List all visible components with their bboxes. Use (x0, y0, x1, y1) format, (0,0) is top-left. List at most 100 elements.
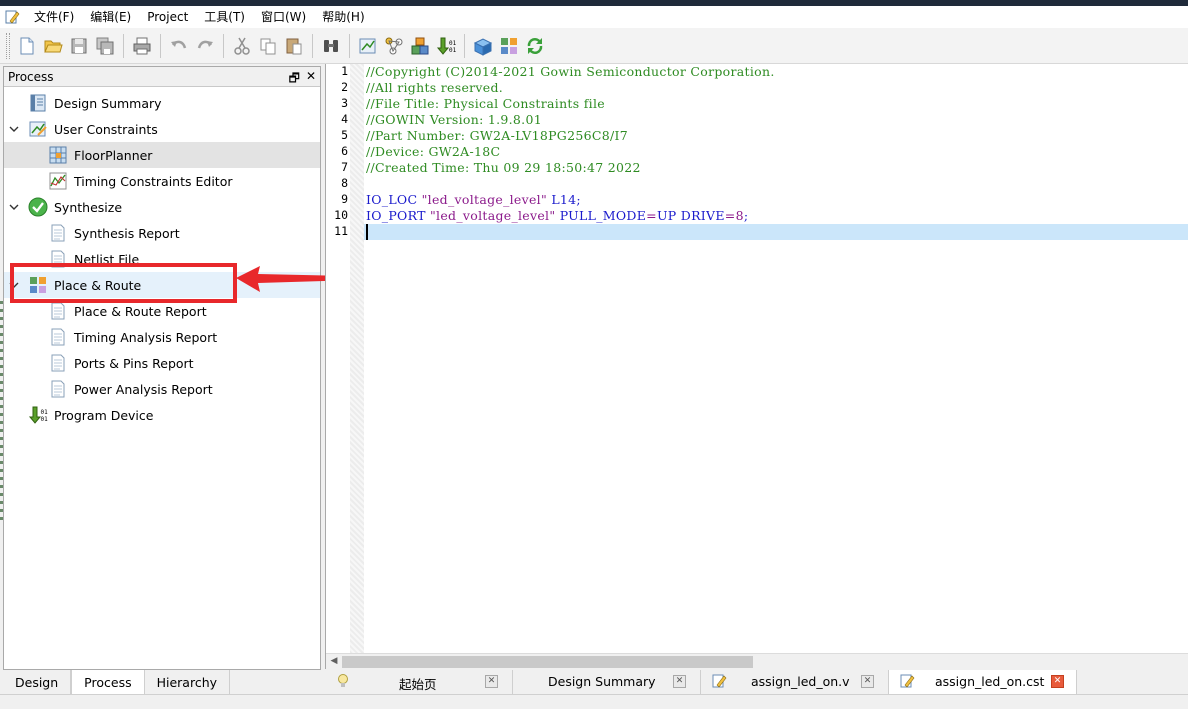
netlist-button[interactable] (382, 33, 406, 59)
menu-project[interactable]: Project (139, 6, 196, 28)
tab-process[interactable]: Process (71, 670, 145, 694)
code-line[interactable]: //File Title: Physical Constraints file (366, 96, 605, 111)
close-tab-icon[interactable]: ✕ (861, 675, 874, 688)
cut-button[interactable] (230, 33, 254, 59)
code-line[interactable]: //Part Number: GW2A-LV18PG256C8/I7 (366, 128, 628, 143)
code-line[interactable]: //All rights reserved. (366, 80, 503, 95)
tree-item-label: Design Summary (54, 95, 162, 111)
close-tab-icon[interactable]: ✕ (1051, 675, 1064, 688)
tree-item-timing-analysis-report[interactable]: Timing Analysis Report (4, 324, 320, 350)
save-button[interactable] (67, 33, 91, 59)
new-file-button[interactable] (15, 33, 39, 59)
tab-assign-led-on-cst[interactable]: assign_led_on.cst ✕ (889, 670, 1077, 694)
new-file-icon (20, 37, 34, 54)
menu-window[interactable]: 窗口(W) (253, 6, 314, 28)
tree-item-label: Timing Analysis Report (74, 329, 218, 345)
run-all-button[interactable] (471, 33, 495, 59)
code-line[interactable]: //Device: GW2A-18C (366, 144, 500, 159)
tree-item-place-route-report[interactable]: Place & Route Report (4, 298, 320, 324)
toolbar-separator (160, 33, 161, 58)
tab-assign-led-on-v[interactable]: assign_led_on.v ✕ (701, 670, 889, 694)
menu-file[interactable]: 文件(F) (26, 6, 82, 28)
code-line[interactable]: IO_PORT "led_voltage_level" PULL_MODE=UP… (366, 208, 748, 223)
tree-item-floorplanner[interactable]: FloorPlanner (4, 142, 320, 168)
tree-item-synthesize[interactable]: Synthesize (4, 194, 320, 220)
redo-icon (197, 40, 213, 48)
tab-hierarchy[interactable]: Hierarchy (145, 670, 231, 694)
toolbar-separator (123, 33, 124, 58)
place-route-icon (501, 37, 517, 54)
floorplanner-icon (48, 145, 68, 165)
tree-item-user-constraints[interactable]: User Constraints (4, 116, 320, 142)
copy-button[interactable] (256, 33, 280, 59)
process-panel: Process 🗗 ✕ Design Summary User Constrain… (3, 66, 321, 670)
svg-text:01: 01 (41, 416, 49, 423)
summary-icon (28, 93, 48, 113)
tree-item-netlist-file[interactable]: Netlist File (4, 246, 320, 272)
tab-label: assign_led_on.cst (935, 674, 1045, 689)
refresh-button[interactable] (523, 33, 547, 59)
tree-item-design-summary[interactable]: Design Summary (4, 90, 320, 116)
chevron-down-icon[interactable] (9, 280, 19, 290)
tab-label: assign_led_on.v (751, 674, 850, 689)
tree-item-power-analysis-report[interactable]: Power Analysis Report (4, 376, 320, 402)
place-route-icon (28, 275, 48, 295)
document-tabs: 起始页 ✕ Design Summary ✕ assign_led_on.v ✕… (325, 670, 1188, 694)
open-button[interactable] (41, 33, 65, 59)
tab-design[interactable]: Design (3, 670, 72, 694)
print-button[interactable] (130, 33, 154, 59)
line-number: 4 (341, 112, 348, 126)
place-route-button[interactable] (497, 33, 521, 59)
copy-icon (260, 38, 276, 54)
save-all-button[interactable] (93, 33, 117, 59)
code-line[interactable]: //Created Time: Thu 09 29 18:50:47 2022 (366, 160, 641, 175)
scrollbar-thumb[interactable] (342, 656, 753, 668)
panel-title: Process (8, 69, 54, 84)
synthesize-button[interactable] (408, 33, 432, 59)
close-panel-icon[interactable]: ✕ (306, 69, 316, 90)
tree-item-program-device[interactable]: 01 01 Program Device (4, 402, 320, 428)
tab-start-page[interactable]: 起始页 ✕ (325, 670, 513, 694)
tree-item-label: Place & Route Report (74, 303, 207, 319)
panel-tabs: Design Process Hierarchy (3, 670, 321, 694)
line-number: 6 (341, 144, 348, 158)
code-editor[interactable]: 1 2 3 4 5 6 7 8 9 10 11 //Copyright (C)2014-2021 G… (325, 64, 1188, 669)
close-tab-icon[interactable]: ✕ (485, 675, 498, 688)
code-line[interactable]: //Copyright (C)2014-2021 Gowin Semicondu… (366, 64, 775, 79)
tree-item-place-route[interactable]: Place & Route (4, 272, 320, 298)
code-token: L14; (547, 192, 581, 207)
find-button[interactable] (319, 33, 343, 59)
paste-icon (286, 38, 302, 54)
code-line[interactable]: IO_LOC "led_voltage_level" L14; (366, 192, 581, 207)
code-token: 8 (735, 208, 744, 223)
tree-item-ports-pins-report[interactable]: Ports & Pins Report (4, 350, 320, 376)
program-button[interactable]: 01 01 (434, 33, 458, 59)
edit-file-icon (900, 674, 915, 688)
tree-item-label: Program Device (54, 407, 154, 423)
tab-design-summary[interactable]: Design Summary ✕ (513, 670, 701, 694)
redo-button[interactable] (193, 33, 217, 59)
horizontal-scrollbar[interactable]: ◀ (326, 653, 1188, 669)
tree-item-timing-constraints-editor[interactable]: Timing Constraints Editor (4, 168, 320, 194)
constraints-button[interactable] (356, 33, 380, 59)
menu-tools[interactable]: 工具(T) (196, 6, 253, 28)
scroll-left-icon[interactable]: ◀ (328, 656, 340, 668)
menu-help[interactable]: 帮助(H) (314, 6, 372, 28)
menu-edit[interactable]: 编辑(E) (82, 6, 139, 28)
chevron-down-icon[interactable] (9, 124, 19, 134)
float-panel-icon[interactable]: 🗗 (289, 69, 300, 90)
tree-item-synthesis-report[interactable]: Synthesis Report (4, 220, 320, 246)
menu-bar: 文件(F) 编辑(E) Project 工具(T) 窗口(W) 帮助(H) (0, 6, 1188, 28)
undo-button[interactable] (167, 33, 191, 59)
chevron-down-icon[interactable] (9, 202, 19, 212)
check-icon (28, 197, 48, 217)
fold-margin (350, 64, 364, 653)
paste-button[interactable] (282, 33, 306, 59)
close-tab-icon[interactable]: ✕ (673, 675, 686, 688)
tree-item-label: Timing Constraints Editor (74, 173, 233, 189)
code-line[interactable]: //GOWIN Version: 1.9.8.01 (366, 112, 542, 127)
constraints-icon (359, 38, 376, 53)
toolbar-grip[interactable] (6, 32, 10, 59)
cut-icon (234, 37, 250, 55)
line-number: 9 (341, 192, 348, 206)
